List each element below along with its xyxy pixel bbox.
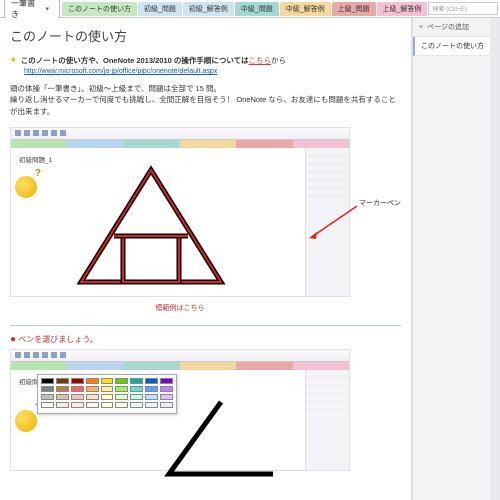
arrow-icon [307,204,359,240]
color-swatch [56,402,69,408]
color-swatch [71,378,84,384]
tab-advanced-q[interactable]: 上級_問題 [332,2,376,16]
tab-beginner-q[interactable]: 初級_問題 [138,2,182,16]
color-swatch [145,394,158,400]
marker-pen-label: マーカーペン [359,198,401,208]
search-input[interactable]: 検索 (Ctrl+E) [428,2,498,15]
color-swatch [41,394,54,400]
ms-link[interactable]: http://www.microsoft.com/ja-jp/office/pi… [24,68,401,75]
notebook-name: 一筆書き [11,0,41,20]
color-swatch [101,402,114,408]
color-swatch [160,394,173,400]
color-swatch [56,378,69,384]
triangle-partial [161,398,281,478]
color-swatch [115,402,128,408]
intro-text: このノートの使い方や、OneNote 2013/2010 の操作手順についてはこ… [21,55,286,66]
color-swatch [86,394,99,400]
color-swatch [41,386,54,392]
color-swatch [101,394,114,400]
tab-howto[interactable]: このノートの使い方 [62,2,137,16]
pen-color-palette [37,374,177,414]
page-list-panel: + ページの追加 このノートの使い方 [412,18,500,500]
screenshot-tabs [11,140,349,148]
color-swatch [86,402,99,408]
color-swatch [160,378,173,384]
tab-advanced-a[interactable]: 上級_解答例 [377,2,428,16]
color-swatch [71,402,84,408]
screenshot-example: 初級問題_1 マーカーペン [10,127,350,297]
tab-intermediate-q[interactable]: 中級_問題 [235,2,279,16]
color-swatch [145,378,158,384]
plus-icon: + [419,24,423,31]
color-swatch [101,386,114,392]
color-swatch [71,394,84,400]
color-swatch [130,378,143,384]
example-caption: 模範例はこちら [10,303,350,313]
ribbon [11,128,349,140]
color-swatch [130,386,143,392]
star-icon: ★ [10,55,17,64]
color-swatch [115,386,128,392]
screenshot-pen-picker: 初級問題_1 [10,349,350,471]
color-swatch [86,386,99,392]
question-label: 初級問題_1 [19,154,52,164]
color-swatch [130,394,143,400]
add-page-button[interactable]: + ページの追加 [413,18,490,37]
color-swatch [41,378,54,384]
chevron-down-icon: ▾ [45,5,49,13]
color-swatch [160,402,173,408]
intro-link[interactable]: こちら [249,56,272,65]
color-swatch [101,378,114,384]
color-swatch [130,402,143,408]
triangle-figure [71,164,231,288]
scrollbar[interactable] [490,18,500,500]
color-swatch [115,378,128,384]
step-heading: ● ペンを選びましょう。 [10,334,401,345]
page-list-item[interactable]: このノートの使い方 [413,37,490,56]
color-swatch [115,394,128,400]
tab-beginner-a[interactable]: 初級_解答例 [183,2,234,16]
color-swatch [145,402,158,408]
separator [10,325,401,326]
color-swatch [56,386,69,392]
body-text: 頭の体操「一筆書き」。初級～上級まで、問題は全部で 15 問。 繰り返し消せるマ… [10,83,401,117]
color-swatch [56,394,69,400]
tab-intermediate-a[interactable]: 中級_解答例 [280,2,331,16]
page-canvas[interactable]: このノートの使い方 ★ このノートの使い方や、OneNote 2013/2010… [0,18,412,500]
thinking-face-icon [15,410,37,432]
color-swatch [145,386,158,392]
thinking-face-icon [15,176,37,198]
page-title: このノートの使い方 [10,26,401,45]
color-swatch [86,378,99,384]
color-swatch [71,386,84,392]
color-swatch [41,402,54,408]
color-swatch [160,386,173,392]
